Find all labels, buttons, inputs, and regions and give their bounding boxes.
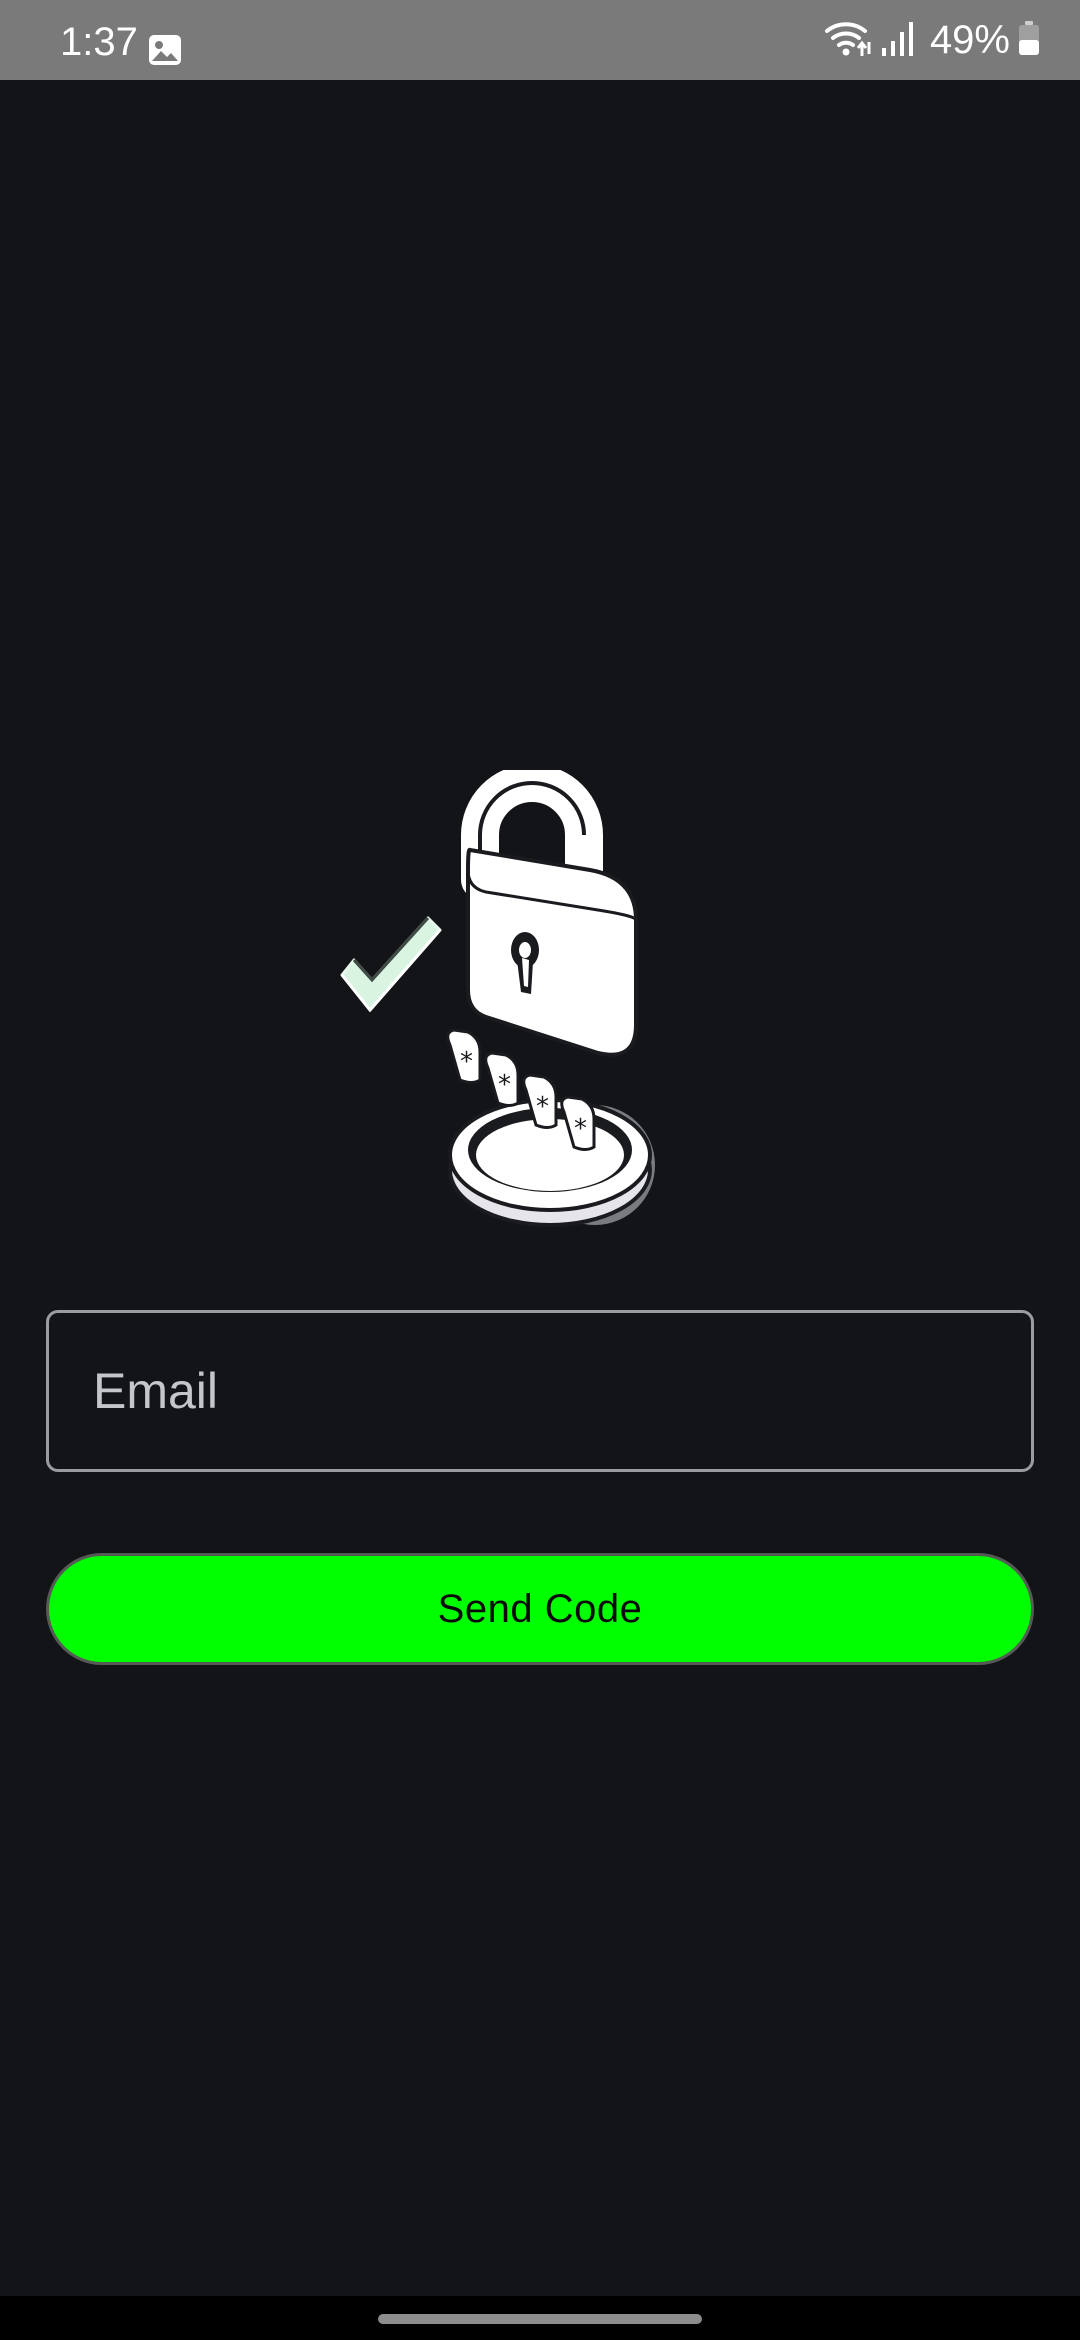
status-time: 1:37 [60, 20, 138, 64]
navigation-bar [0, 2296, 1080, 2340]
svg-text:*: * [460, 1047, 473, 1077]
status-bar: 1:37 49% [0, 0, 1080, 80]
battery-icon [1018, 20, 1040, 61]
wifi-icon [824, 18, 872, 63]
send-code-label: Send Code [437, 1586, 643, 1631]
status-icons: 49% [824, 18, 1040, 62]
checkmark-icon [340, 916, 442, 1013]
battery-percent: 49% [929, 18, 1010, 62]
send-code-screen: 1:37 49% * * * * Email Send Code [0, 0, 1080, 2340]
email-input[interactable] [93, 1313, 993, 1469]
dial-base: * * * * [446, 1028, 655, 1227]
signal-icon [880, 18, 916, 63]
padlock-icon [461, 764, 638, 1057]
send-code-button[interactable]: Send Code [46, 1553, 1034, 1665]
svg-text:*: * [498, 1070, 511, 1100]
svg-text:*: * [536, 1092, 549, 1122]
email-field[interactable] [46, 1310, 1034, 1472]
gallery-icon [148, 34, 182, 66]
svg-text:*: * [574, 1114, 587, 1144]
home-indicator[interactable] [378, 2314, 702, 2324]
padlock-illustration: * * * * [340, 764, 710, 1240]
